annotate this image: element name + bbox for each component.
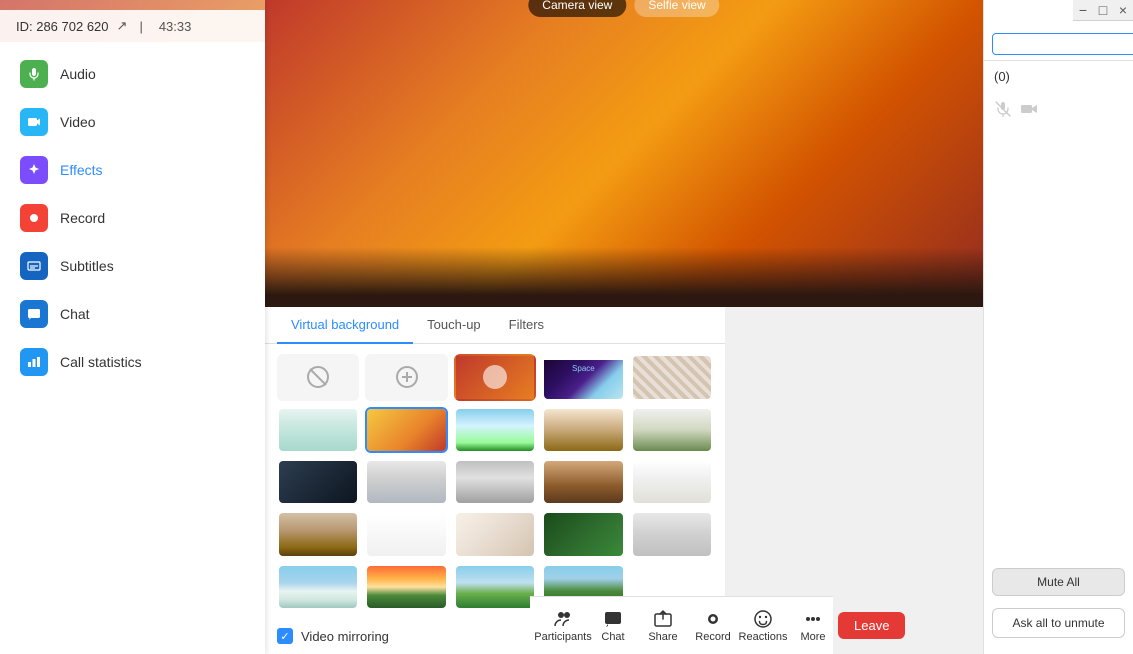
effects-icon xyxy=(20,156,48,184)
tabs-row: Virtual background Touch-up Filters xyxy=(265,307,725,344)
sofa-area xyxy=(265,247,983,307)
bg-space[interactable]: Space xyxy=(542,354,624,400)
chat-bottom-label: Chat xyxy=(601,631,624,643)
sidebar-subtitles-label: Subtitles xyxy=(60,258,114,274)
selfie-view-btn[interactable]: Selfie view xyxy=(634,0,719,17)
ask-all-unmute-button[interactable]: Ask all to unmute xyxy=(992,608,1125,638)
subtitles-icon xyxy=(20,252,48,280)
ask-unmute-area: Ask all to unmute xyxy=(984,602,1133,654)
more-label: More xyxy=(800,631,825,643)
record-bottom-button[interactable]: Record xyxy=(688,609,738,643)
reactions-label: Reactions xyxy=(739,631,788,643)
bg-brightroom[interactable] xyxy=(631,459,713,505)
meeting-timer: 43:33 xyxy=(159,19,192,34)
meeting-id: ID: 286 702 620 xyxy=(16,19,109,34)
record-icon xyxy=(20,204,48,232)
mic-muted-icon[interactable] xyxy=(994,100,1012,123)
more-button[interactable]: More xyxy=(788,609,838,643)
sidebar-item-call-statistics[interactable]: Call statistics xyxy=(0,338,265,386)
muted-controls xyxy=(984,92,1133,131)
sidebar-item-subtitles[interactable]: Subtitles xyxy=(0,242,265,290)
sidebar-item-video[interactable]: Video xyxy=(0,98,265,146)
sidebar-item-effects[interactable]: Effects xyxy=(0,146,265,194)
sidebar-menu: Audio Video Effects xyxy=(0,42,265,654)
search-row: ↷ xyxy=(984,28,1133,61)
bg-sunset[interactable] xyxy=(365,564,447,610)
bg-corridor[interactable] xyxy=(454,459,536,505)
sidebar-header: ID: 286 702 620 ↗ | 43:33 xyxy=(0,10,265,42)
video-mirroring-label: Video mirroring xyxy=(301,629,389,644)
reactions-button[interactable]: Reactions xyxy=(738,609,788,643)
bg-clouds[interactable] xyxy=(454,407,536,453)
share-icon[interactable]: ↗ xyxy=(117,18,128,34)
main-bottom-bar: Participants Chat Share Record xyxy=(530,596,833,654)
chat-icon xyxy=(20,300,48,328)
minimize-button[interactable]: − xyxy=(1073,0,1093,20)
view-toggle: Camera view Selfie view xyxy=(528,0,719,17)
close-button[interactable]: × xyxy=(1113,0,1133,20)
bg-blur[interactable] xyxy=(454,354,536,400)
sidebar-video-label: Video xyxy=(60,114,96,130)
bg-curtain[interactable] xyxy=(631,511,713,557)
audio-icon xyxy=(20,60,48,88)
bg-fields[interactable] xyxy=(454,564,536,610)
count-badge: (0) xyxy=(984,61,1133,92)
chat-bottom-button[interactable]: Chat xyxy=(588,609,638,643)
bg-yellow-selected[interactable] xyxy=(365,407,447,453)
sidebar-item-chat[interactable]: Chat xyxy=(0,290,265,338)
sidebar-item-record[interactable]: Record xyxy=(0,194,265,242)
bg-woodroom[interactable] xyxy=(542,459,624,505)
background-grid: Space xyxy=(265,344,725,620)
share-button[interactable]: Share xyxy=(638,609,688,643)
leave-button[interactable]: Leave xyxy=(838,612,905,639)
bg-lightroom[interactable] xyxy=(454,511,536,557)
bg-warmoffice[interactable] xyxy=(542,407,624,453)
record-bottom-icon xyxy=(703,609,723,629)
tab-virtual-background[interactable]: Virtual background xyxy=(277,307,413,344)
bg-none[interactable] xyxy=(277,354,359,400)
sidebar-item-audio[interactable]: Audio xyxy=(0,50,265,98)
sidebar-audio-label: Audio xyxy=(60,66,96,82)
sidebar-effects-label: Effects xyxy=(60,162,103,178)
reactions-icon xyxy=(753,609,773,629)
more-icon xyxy=(803,609,823,629)
share-label: Share xyxy=(648,631,677,643)
sidebar-chat-label: Chat xyxy=(60,306,90,322)
bg-darkoffice[interactable] xyxy=(277,459,359,505)
video-icon xyxy=(20,108,48,136)
share-icon xyxy=(653,609,673,629)
call-stats-icon xyxy=(20,348,48,376)
bg-whitespace[interactable] xyxy=(365,511,447,557)
tab-filters[interactable]: Filters xyxy=(495,307,558,344)
app-window-controls: − □ × xyxy=(1073,0,1133,21)
video-mirroring-checkbox[interactable]: ✓ xyxy=(277,628,293,644)
mute-all-button[interactable]: Mute All xyxy=(992,568,1125,596)
bg-add[interactable] xyxy=(365,354,447,400)
bg-greenwall[interactable] xyxy=(542,511,624,557)
participants-button[interactable]: Participants xyxy=(538,609,588,643)
participants-icon xyxy=(553,609,573,629)
bg-office1[interactable] xyxy=(277,407,359,453)
sidebar-callstats-label: Call statistics xyxy=(60,354,142,370)
mute-all-area: Mute All xyxy=(984,562,1133,602)
bg-modernoffice[interactable] xyxy=(365,459,447,505)
video-area: Camera view Selfie view xyxy=(265,0,983,307)
bg-greenery[interactable] xyxy=(631,407,713,453)
main-wrapper: Camera view Selfie view Virtual backgrou… xyxy=(265,0,983,654)
sidebar-record-label: Record xyxy=(60,210,105,226)
bg-pattern[interactable] xyxy=(631,354,713,400)
tab-touch-up[interactable]: Touch-up xyxy=(413,307,494,344)
participants-label: Participants xyxy=(534,631,591,643)
camera-muted-icon[interactable] xyxy=(1020,100,1038,123)
record-bottom-label: Record xyxy=(695,631,730,643)
camera-view-btn[interactable]: Camera view xyxy=(528,0,626,17)
bg-library[interactable] xyxy=(277,511,359,557)
right-panel: ↷ (0) Mute All Ask all to unmute xyxy=(983,0,1133,654)
sidebar: ID: 286 702 620 ↗ | 43:33 Audio xyxy=(0,0,265,654)
search-input[interactable] xyxy=(992,33,1133,55)
bg-mountains[interactable] xyxy=(277,564,359,610)
chat-bottom-icon xyxy=(603,609,623,629)
maximize-button[interactable]: □ xyxy=(1093,0,1113,20)
